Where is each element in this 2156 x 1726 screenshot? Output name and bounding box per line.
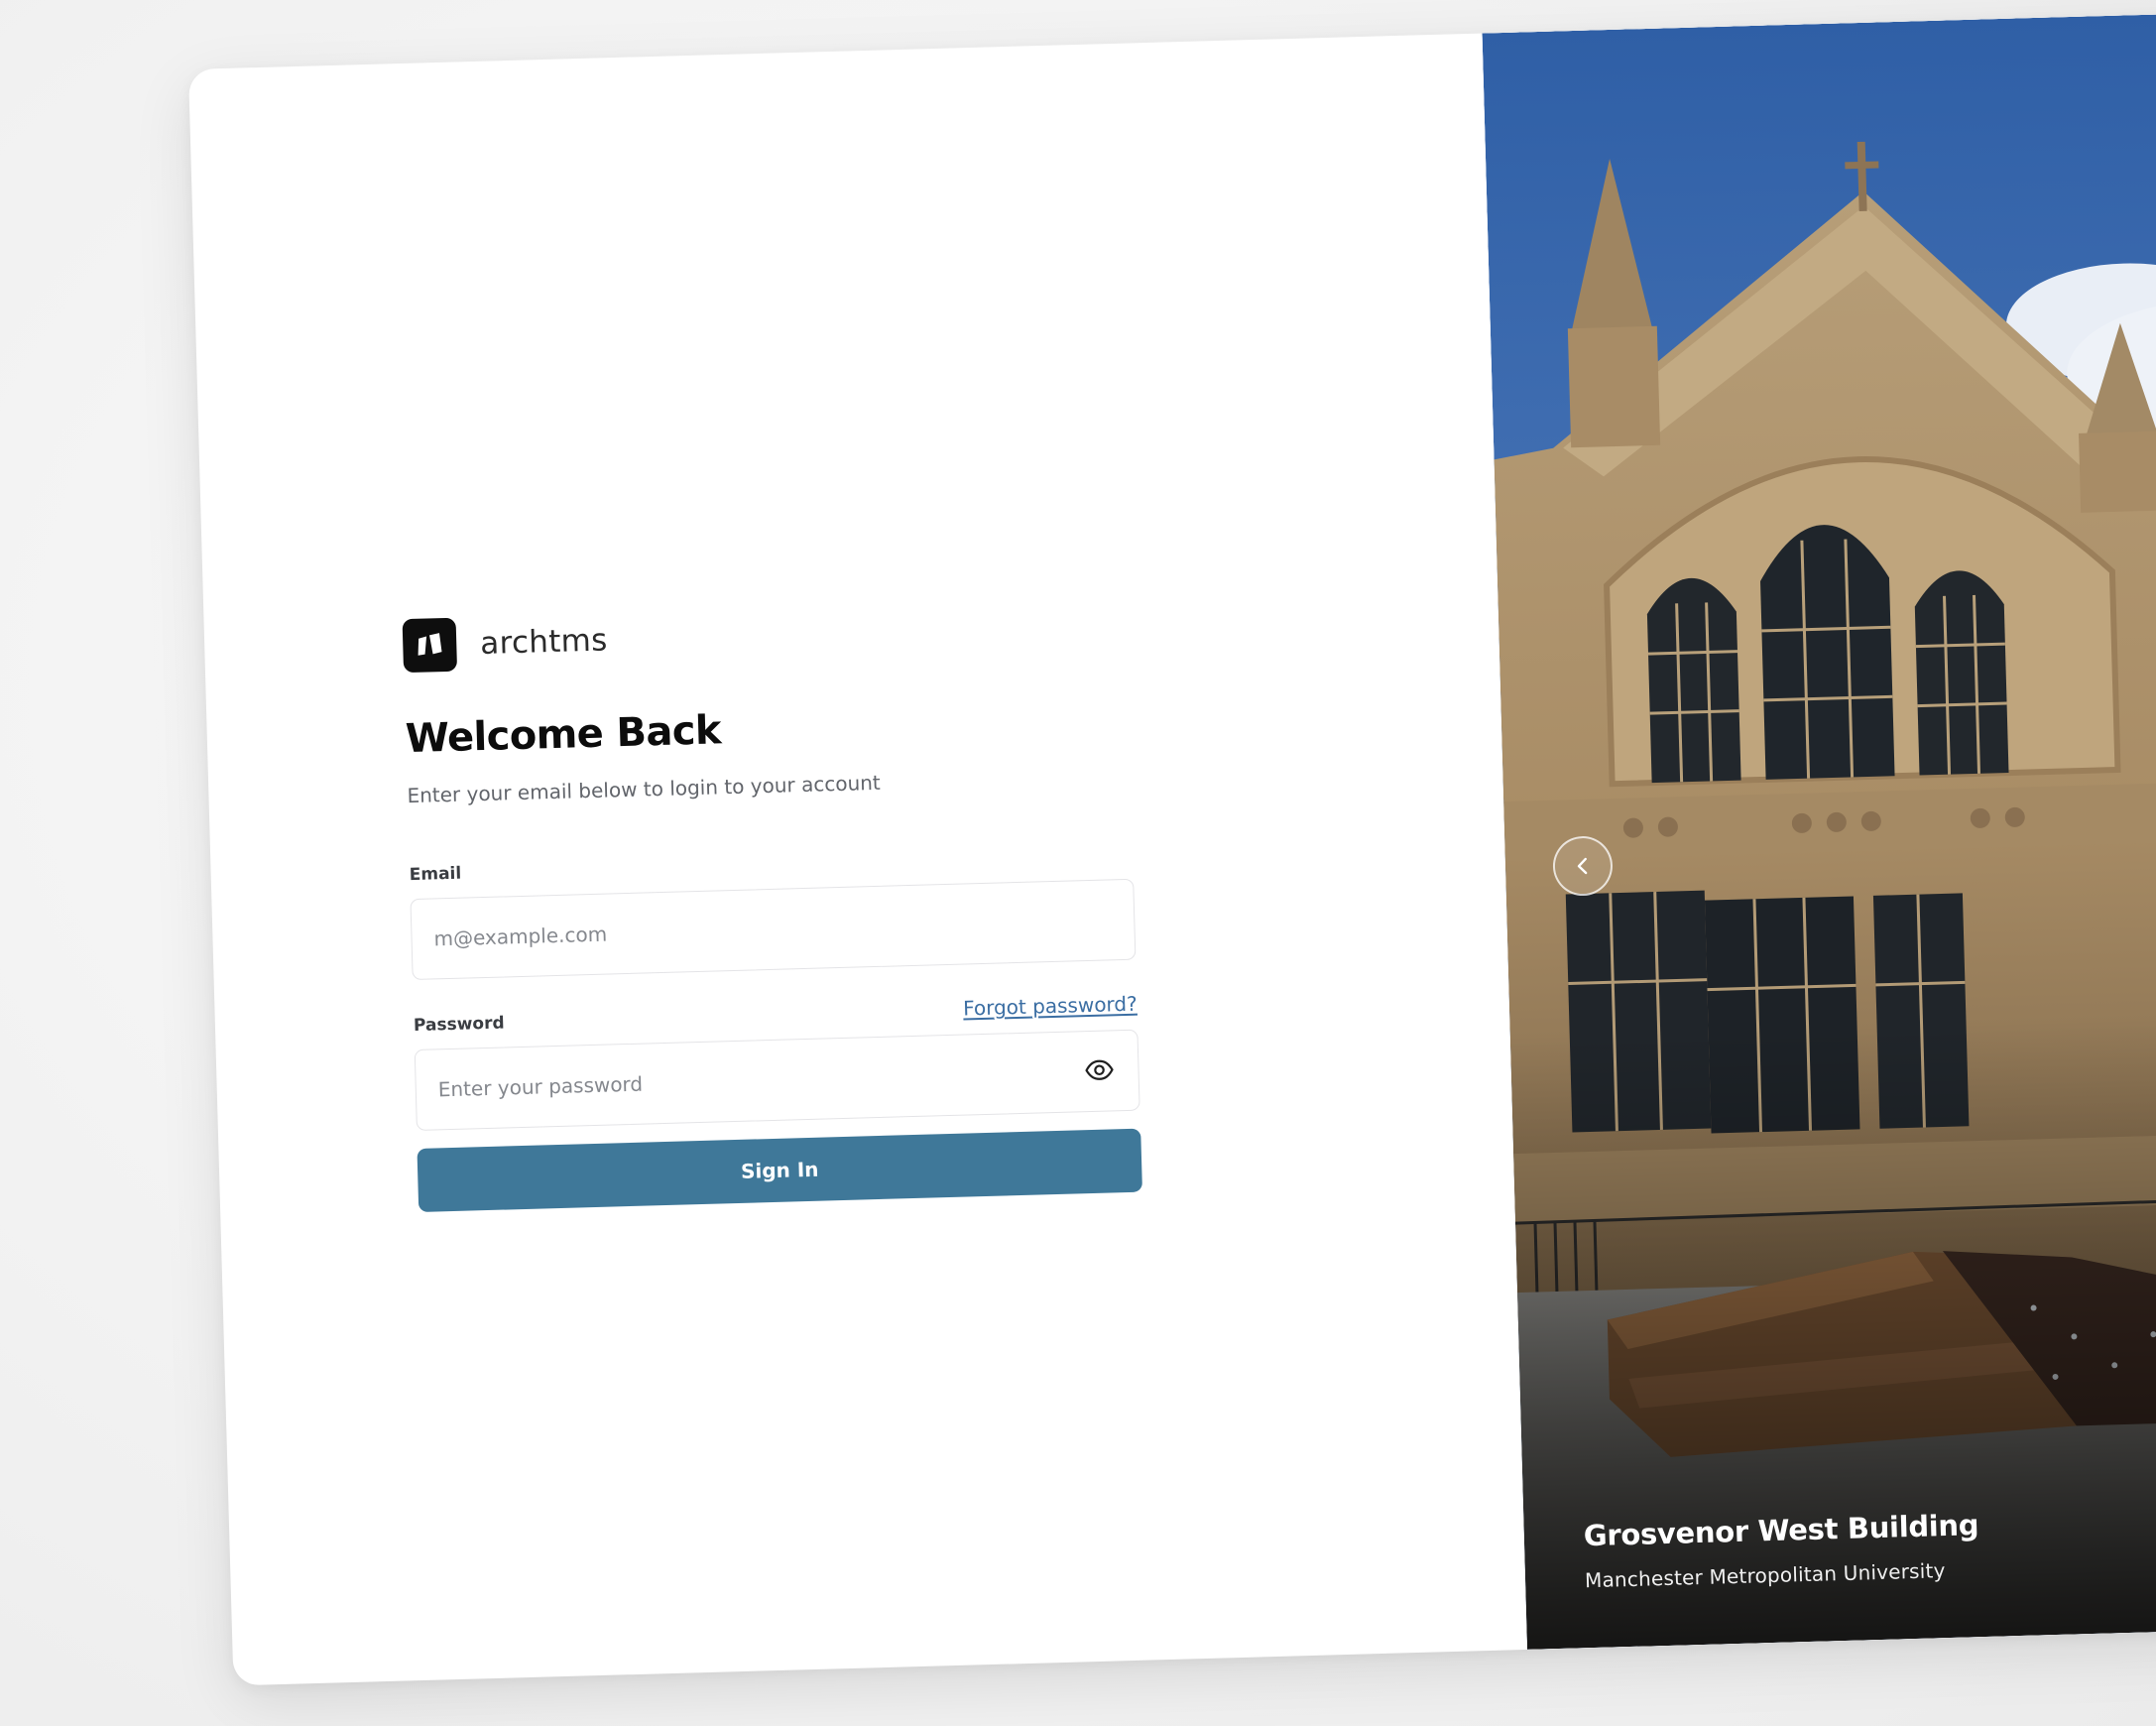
eye-icon[interactable] [1084,1057,1115,1082]
password-field-wrapper [414,1029,1140,1131]
page-background: archtms Welcome Back Enter your email be… [0,0,2156,1726]
login-panel: archtms Welcome Back Enter your email be… [402,599,1142,1212]
brand: archtms [402,599,1128,674]
brand-name: archtms [479,622,609,663]
email-field[interactable] [411,879,1136,980]
forgot-password-link[interactable]: Forgot password? [963,992,1138,1021]
hero-image-panel: Grosvenor West Building Manchester Metro… [1482,9,2156,1650]
sign-in-button[interactable]: Sign In [417,1128,1142,1212]
building-photo [1482,9,2156,1650]
chevron-left-icon [1577,857,1588,875]
brand-logo-icon [402,617,458,674]
page-subtitle: Enter your email below to login to your … [407,770,882,808]
email-field-wrapper [410,878,1137,981]
page-title: Welcome Back [405,707,722,763]
password-label: Password [413,1013,505,1037]
login-card: archtms Welcome Back Enter your email be… [188,9,2156,1686]
password-field[interactable] [415,1030,1139,1130]
email-label: Email [409,863,462,886]
password-label-row: Password Forgot password? [414,992,1138,1036]
slide-caption: Grosvenor West Building Manchester Metro… [1583,1508,1979,1592]
